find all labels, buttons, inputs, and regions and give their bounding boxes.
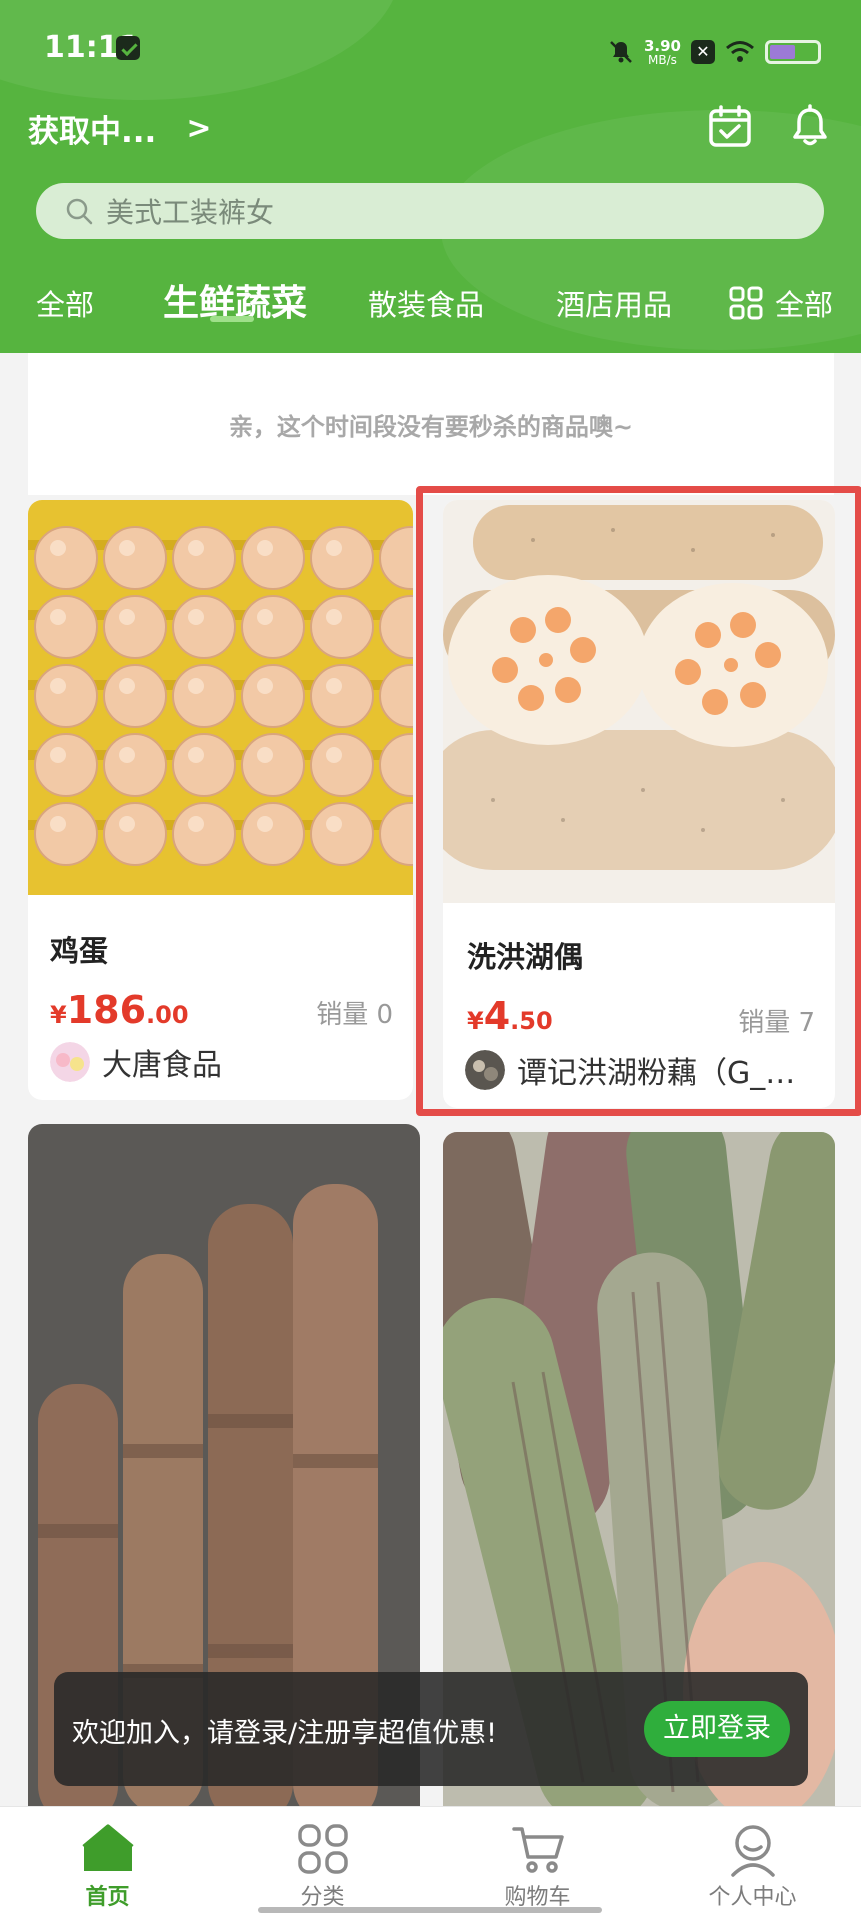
product-image-lotus-root [443, 500, 835, 903]
nav-home-label: 首页 [85, 1885, 130, 1910]
shop-link[interactable]: 谭记洪湖粉藕（G_… [465, 1048, 815, 1092]
price-currency: ¥ [50, 1001, 67, 1029]
shop-name: 谭记洪湖粉藕（G_… [517, 1056, 796, 1091]
shop-avatar [465, 1050, 505, 1090]
all-categories-button[interactable]: 全部 [729, 282, 833, 324]
network-speed-unit: MB/s [648, 52, 677, 67]
home-indicator[interactable] [258, 1907, 602, 1913]
bell-icon[interactable] [787, 104, 833, 150]
shop-link[interactable]: 大唐食品 [50, 1040, 222, 1084]
nav-profile-label: 个人中心 [708, 1885, 797, 1910]
home-icon [81, 1824, 134, 1871]
nav-profile[interactable]: 个人中心 [645, 1807, 860, 1920]
bottom-nav: 首页 分类 购物车 个人中心 [0, 1806, 861, 1920]
status-bar: 11:11 3.90 MB/s ✕ [0, 0, 861, 100]
login-prompt-message: 欢迎加入，请登录/注册享超值优惠! [72, 1718, 497, 1749]
product-card-eggs[interactable]: 鸡蛋 ¥186.00 销量 0 大唐食品 [28, 500, 413, 1100]
cart-icon [511, 1827, 564, 1873]
product-price: ¥186.00 [50, 988, 189, 1032]
price-decimal: .00 [146, 1001, 189, 1029]
search-icon [66, 198, 93, 225]
battery-icon [765, 40, 821, 64]
price-integer: 4 [483, 994, 511, 1038]
location-selector[interactable]: 获取中... > [28, 106, 211, 151]
wifi-icon [726, 41, 754, 62]
network-speed-value: 3.90 [643, 36, 681, 55]
chevron-right-icon: > [186, 111, 212, 146]
price-currency: ¥ [467, 1007, 484, 1035]
nav-category[interactable]: 分类 [215, 1807, 430, 1920]
header: 11:11 3.90 MB/s ✕ 获取中... > 美式工装裤女 全部 生鲜蔬… [0, 0, 861, 353]
grid-icon [729, 286, 763, 320]
all-categories-label: 全部 [774, 288, 833, 322]
shop-avatar [50, 1042, 90, 1082]
product-price: ¥4.50 [467, 994, 553, 1038]
tab-bulk-food[interactable]: 散装食品 [368, 282, 484, 324]
header-actions [707, 104, 833, 150]
product-sales: 销量 0 [316, 1000, 393, 1030]
status-icons: 3.90 MB/s ✕ [608, 30, 821, 74]
user-icon [730, 1825, 775, 1877]
tab-hotel-supplies[interactable]: 酒店用品 [556, 282, 674, 324]
product-title: 鸡蛋 [50, 934, 109, 968]
bell-muted-icon [610, 41, 632, 63]
category-tabs: 全部 生鲜蔬菜 散装食品 酒店用品 全部 [0, 270, 861, 340]
location-text: 获取中... [28, 114, 157, 150]
price-integer: 186 [66, 988, 147, 1032]
product-image-eggs [28, 500, 413, 895]
search-bar[interactable]: 美式工装裤女 [36, 183, 824, 239]
product-card-lotus-root[interactable]: 洗洪湖偶 ¥4.50 销量 7 谭记洪湖粉藕（G_… [443, 500, 835, 1108]
flash-sale-notice: 亲，这个时间段没有要秒杀的商品噢~ [228, 412, 634, 441]
shop-name: 大唐食品 [102, 1048, 222, 1083]
product-title: 洗洪湖偶 [467, 940, 584, 974]
tab-all[interactable]: 全部 [36, 282, 94, 324]
active-tab-indicator [210, 316, 254, 322]
x-icon: ✕ [691, 40, 715, 64]
network-speed: 3.90 MB/s [643, 36, 681, 67]
nav-cart[interactable]: 购物车 [430, 1807, 645, 1920]
message-icon [116, 36, 140, 60]
grid-icon [297, 1824, 348, 1874]
login-button[interactable]: 立即登录 [644, 1701, 790, 1757]
flash-sale-panel: 亲，这个时间段没有要秒杀的商品噢~ [28, 353, 834, 495]
nav-home[interactable]: 首页 [0, 1807, 215, 1920]
price-decimal: .50 [510, 1007, 553, 1035]
search-placeholder: 美式工装裤女 [106, 196, 275, 229]
calendar-check-icon[interactable] [707, 104, 753, 150]
product-sales: 销量 7 [738, 1008, 815, 1038]
login-prompt-toast: 欢迎加入，请登录/注册享超值优惠! 立即登录 [54, 1672, 808, 1786]
